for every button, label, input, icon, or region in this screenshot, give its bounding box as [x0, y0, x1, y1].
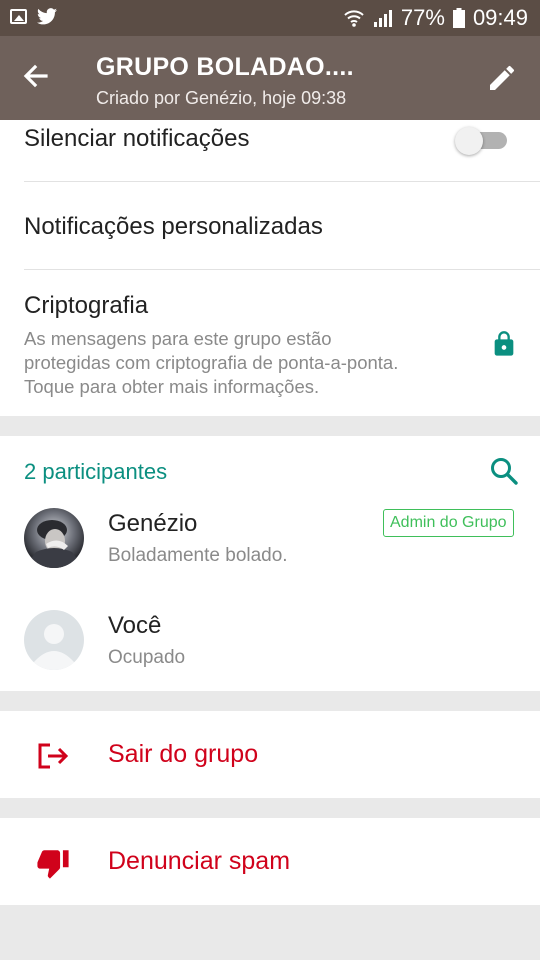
app-bar: GRUPO BOLADAO.... Criado por Genézio, ho…	[0, 36, 540, 120]
group-title[interactable]: GRUPO BOLADAO....	[96, 53, 354, 82]
divider	[24, 181, 540, 182]
search-icon[interactable]	[488, 455, 520, 487]
wifi-icon	[344, 10, 364, 27]
avatar[interactable]	[24, 508, 84, 568]
group-subtitle: Criado por Genézio, hoje 09:38	[96, 88, 347, 108]
participant-name: Você	[108, 612, 162, 639]
encryption-desc-line: protegidas com criptografia de ponta-a-p…	[24, 352, 399, 373]
toggle-thumb	[455, 127, 483, 155]
divider	[24, 269, 540, 270]
report-spam-button[interactable]: Denunciar spam	[0, 818, 540, 905]
custom-notifications-item[interactable]: Notificações personalizadas	[24, 213, 323, 241]
battery-icon	[452, 8, 465, 28]
encryption-description: As mensagens para este grupo estão prote…	[24, 327, 464, 399]
lock-icon	[494, 331, 514, 356]
back-arrow-icon[interactable]	[20, 60, 52, 92]
exit-group-button[interactable]: Sair do grupo	[0, 711, 540, 798]
exit-group-label: Sair do grupo	[108, 740, 259, 768]
participant-status: Ocupado	[108, 647, 186, 668]
encryption-desc-line: As mensagens para este grupo estão	[24, 328, 332, 349]
status-bar: 77% 09:49	[0, 0, 540, 36]
battery-percentage: 77%	[400, 5, 445, 30]
twitter-icon	[37, 8, 57, 25]
encryption-title[interactable]: Criptografia	[24, 292, 148, 320]
settings-card: Silenciar notificações Notificações pers…	[0, 120, 540, 416]
exit-icon	[38, 743, 69, 769]
report-spam-label: Denunciar spam	[108, 847, 291, 875]
edit-pencil-icon[interactable]	[486, 62, 518, 94]
participant-name: Genézio	[108, 510, 198, 537]
image-icon	[10, 9, 27, 24]
participants-card: 2 participantes Genézio Boladamente bola…	[0, 436, 540, 691]
mute-notifications-toggle[interactable]	[455, 127, 507, 155]
clock: 09:49	[472, 5, 528, 30]
participant-status: Boladamente bolado.	[108, 545, 288, 566]
mute-notifications-label[interactable]: Silenciar notificações	[24, 125, 249, 153]
admin-badge: Admin do Grupo	[383, 509, 514, 537]
avatar-placeholder	[24, 610, 84, 670]
signal-icon	[373, 10, 392, 27]
encryption-desc-line: Toque para obter mais informações.	[24, 376, 320, 397]
thumbs-down-icon	[37, 850, 69, 879]
participants-count: 2 participantes	[24, 459, 168, 484]
